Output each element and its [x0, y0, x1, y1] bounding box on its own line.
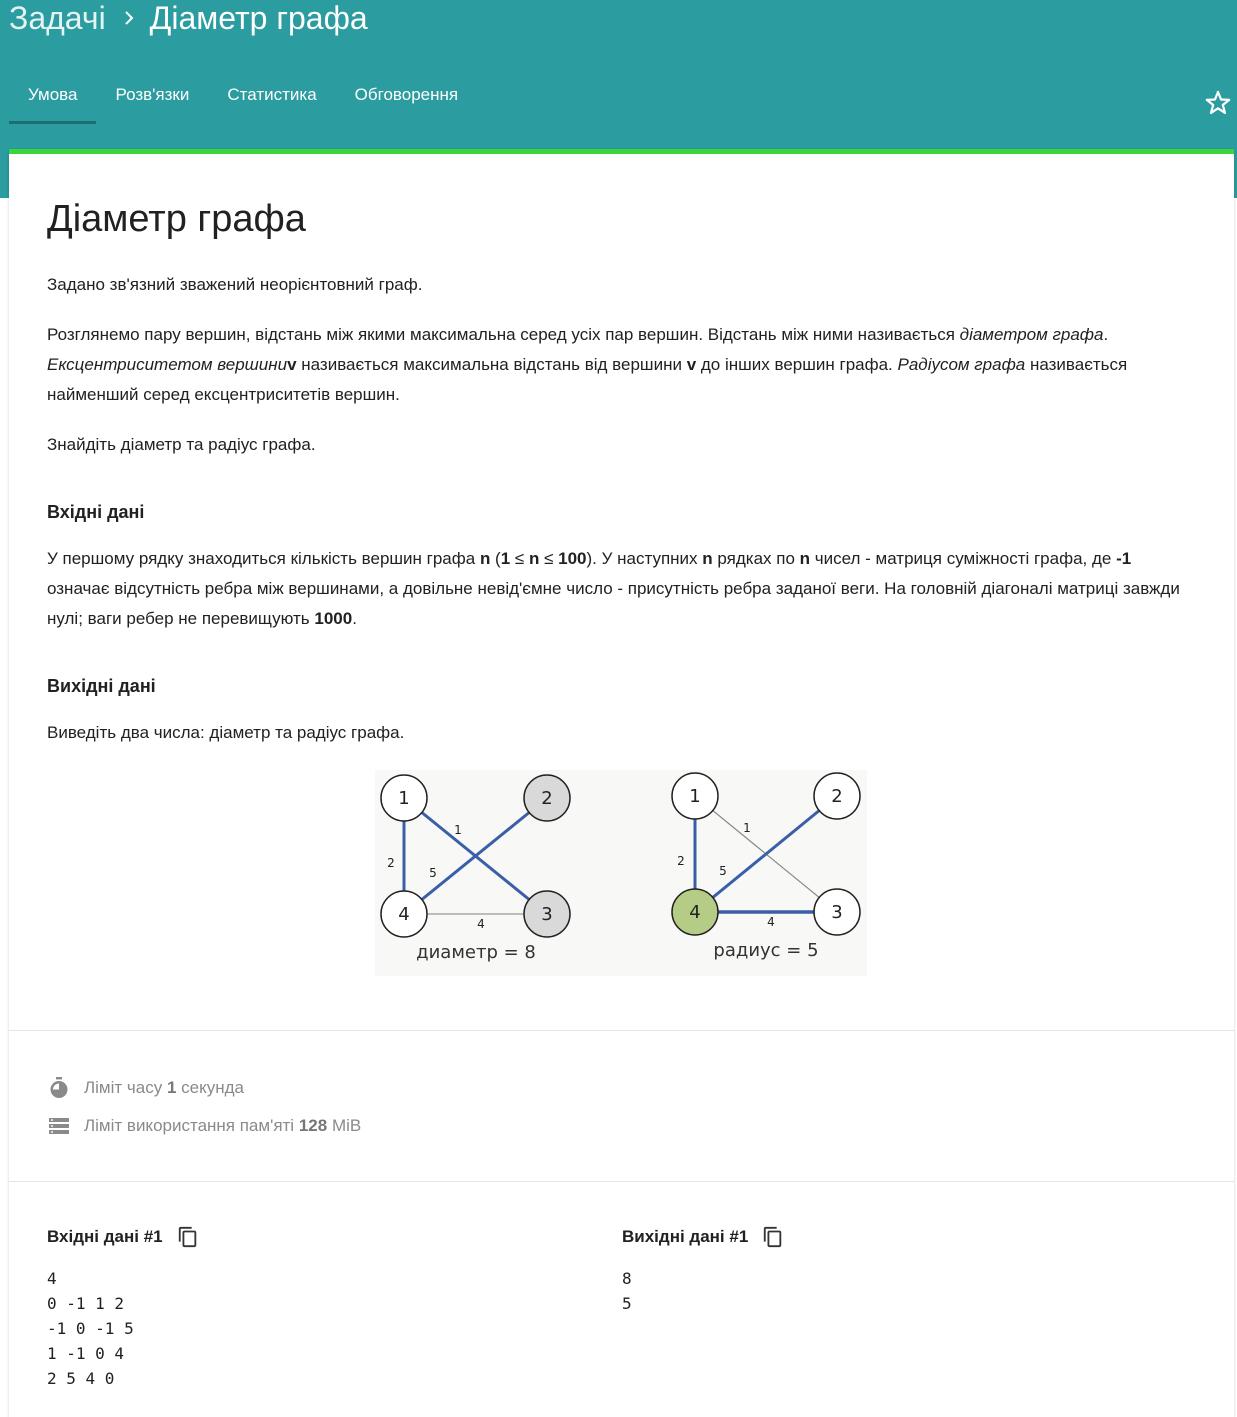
num: 100	[558, 549, 587, 568]
breadcrumb-root-link[interactable]: Задачі	[9, 0, 106, 37]
text-fragment: У першому рядку знаходиться кількість ве…	[47, 549, 480, 568]
memory-limit: Ліміт використання пам'яті 128 MiB	[47, 1114, 361, 1138]
tab-discussion[interactable]: Обговорення	[336, 72, 477, 124]
radius-caption: радиус = 5	[713, 940, 818, 961]
breadcrumb: Задачі Діаметр графа	[9, 0, 368, 40]
example-output-text: 8 5	[622, 1269, 632, 1313]
time-limit-unit: секунда	[181, 1078, 245, 1097]
node-label: 3	[831, 902, 842, 923]
page-title: Діаметр графа	[47, 198, 306, 240]
text-fragment: означає відсутність ребра між вершинами,…	[47, 579, 1180, 628]
edge-weight-label: 1	[743, 821, 751, 835]
time-limit-prefix: Ліміт часу	[84, 1078, 163, 1097]
problem-tabs: Умова Розв'язки Статистика Обговорення	[9, 72, 477, 124]
time-limit: Ліміт часу 1 секунда	[47, 1076, 244, 1100]
node-label: 4	[398, 904, 409, 925]
edge-weight-label: 1	[454, 823, 462, 837]
output-description: Виведіть два числа: діаметр та радіус гр…	[47, 723, 405, 742]
edge-weight-label: 2	[677, 854, 685, 868]
var-v: v	[686, 355, 697, 374]
num: 1000	[314, 609, 353, 628]
text-fragment: (	[490, 549, 501, 568]
text-fragment: чисел - матриця суміжності графа, де	[810, 549, 1117, 568]
input-heading: Вхідні дані	[47, 502, 145, 522]
edge-weight-label: 5	[429, 866, 437, 880]
tab-statement[interactable]: Умова	[9, 72, 97, 124]
example-output-label: Вихідні дані #1	[622, 1227, 749, 1246]
copy-icon[interactable]	[762, 1226, 784, 1248]
term-diameter: діаметром графа	[959, 325, 1104, 344]
divider	[9, 1030, 1234, 1031]
term-eccentricity: Ексцентриситетом вершини	[47, 355, 288, 374]
node-label: 2	[831, 786, 842, 807]
example-input-label: Вхідні дані #1	[47, 1227, 163, 1246]
node-label: 2	[541, 788, 552, 809]
text-fragment: називається максимальна відстань від вер…	[296, 355, 687, 374]
example-input-header: Вхідні дані #1	[47, 1226, 199, 1248]
memory-limit-value: 128	[298, 1116, 328, 1135]
graph-figure: 1 2 3 4 1 2 5 4 диаметр = 8 1 2 3 4 1 2 …	[375, 770, 867, 976]
text-fragment: ≤	[510, 549, 529, 568]
storage-icon	[49, 1118, 69, 1134]
statement-paragraph-1: Задано зв'язний зважений неорієнтовний г…	[47, 275, 423, 294]
statement-paragraph-3: Знайдіть діаметр та радіус графа.	[47, 435, 316, 454]
var-n: n	[702, 549, 713, 568]
diameter-caption: диаметр = 8	[416, 942, 536, 963]
copy-icon[interactable]	[177, 1226, 199, 1248]
var-n: n	[528, 549, 540, 568]
edge-weight-label: 4	[477, 917, 485, 931]
problem-card: Діаметр графа Задано зв'язний зважений н…	[9, 149, 1234, 1417]
statement-paragraph-2: Розглянемо пару вершин, відстань між яки…	[47, 320, 1197, 410]
tab-solutions[interactable]: Розв'язки	[96, 72, 208, 124]
edge-weight-label: 2	[387, 856, 395, 870]
num: -1	[1116, 549, 1132, 568]
node-label: 1	[398, 788, 409, 809]
node-label: 3	[541, 904, 552, 925]
text-fragment: рядках по	[712, 549, 800, 568]
text-fragment: .	[1103, 325, 1109, 344]
tab-statistics[interactable]: Статистика	[208, 72, 335, 124]
node-label: 4	[689, 902, 700, 923]
var-n: n	[799, 549, 811, 568]
text-fragment: .	[352, 609, 357, 628]
chevron-right-icon	[124, 11, 134, 25]
text-fragment: ≤	[539, 549, 559, 568]
input-description: У першому рядку знаходиться кількість ве…	[47, 544, 1197, 634]
var-n: n	[479, 549, 491, 568]
num: 1	[500, 549, 511, 568]
var-v: v	[287, 355, 297, 374]
example-input-text: 4 0 -1 1 2 -1 0 -1 5 1 -1 0 4 2 5 4 0	[47, 1269, 134, 1388]
time-limit-value: 1	[166, 1078, 177, 1097]
text-fragment: Розглянемо пару вершин, відстань між яки…	[47, 325, 960, 344]
breadcrumb-current: Діаметр графа	[149, 0, 368, 36]
example-output-header: Вихідні дані #1	[622, 1226, 784, 1248]
output-heading: Вихідні дані	[47, 676, 156, 696]
divider	[9, 1181, 1234, 1182]
star-outline-icon[interactable]	[1204, 89, 1232, 117]
text-fragment: до інших вершин графа.	[696, 355, 898, 374]
timer-icon	[50, 1077, 68, 1098]
term-radius: Радіусом графа	[897, 355, 1026, 374]
memory-limit-prefix: Ліміт використання пам'яті	[84, 1116, 295, 1135]
memory-limit-unit: MiB	[331, 1116, 362, 1135]
edge-weight-label: 5	[719, 864, 727, 878]
edge-weight-label: 4	[767, 915, 775, 929]
node-label: 1	[689, 786, 700, 807]
text-fragment: ). У наступних	[586, 549, 703, 568]
